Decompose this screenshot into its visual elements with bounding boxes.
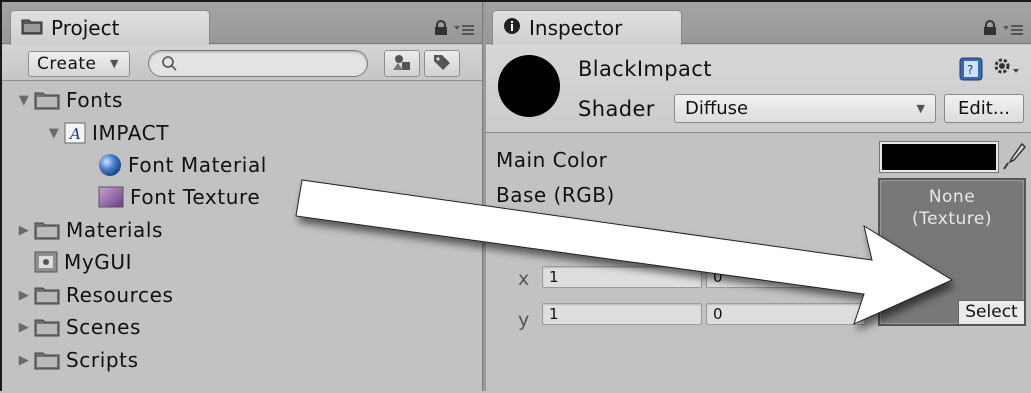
tab-inspector[interactable]: Inspector xyxy=(492,10,682,45)
tree-item-label: Materials xyxy=(66,218,164,242)
folder-icon xyxy=(21,11,43,45)
folder-icon xyxy=(34,317,60,337)
tab-project-label: Project xyxy=(51,16,120,40)
panel-menu-icon[interactable] xyxy=(454,21,474,40)
texture-select-button[interactable]: Select xyxy=(958,300,1024,324)
tiling-y-field[interactable]: 1 xyxy=(542,303,702,325)
material-sphere-icon xyxy=(98,153,122,177)
tree-item-label: Font Texture xyxy=(130,185,261,209)
texture-kind-label: (Texture) xyxy=(912,209,992,229)
font-asset-icon: A xyxy=(64,122,86,144)
tree-item-label: Scenes xyxy=(66,315,141,339)
folder-icon xyxy=(34,90,60,110)
project-toolbar: Create ▼ xyxy=(2,45,482,81)
tree-item-label: Fonts xyxy=(66,88,123,112)
project-tab-menu xyxy=(434,20,474,40)
collapsed-triangle-icon[interactable]: ▶ xyxy=(16,352,32,368)
offset-y-field[interactable]: 0 xyxy=(706,303,866,325)
panel-menu-icon[interactable] xyxy=(1003,21,1023,40)
collapsed-triangle-icon[interactable]: ▶ xyxy=(16,222,32,238)
info-icon xyxy=(503,11,521,45)
tree-item-impact[interactable]: ▼ A IMPACT xyxy=(46,117,169,149)
lock-icon[interactable] xyxy=(983,20,997,40)
material-preview-sphere xyxy=(498,55,560,117)
material-name: BlackImpact xyxy=(578,57,712,81)
svg-text:?: ? xyxy=(967,63,973,77)
chevron-down-icon: ▼ xyxy=(110,57,119,70)
expand-triangle-icon[interactable]: ▼ xyxy=(16,92,32,108)
filter-type-icon xyxy=(391,53,413,75)
inspector-panel: Inspector BlackImpact ? Shader Diffuse ▼… xyxy=(486,2,1031,391)
main-color-swatch[interactable] xyxy=(880,142,998,172)
tree-item-label: Font Material xyxy=(128,153,267,177)
filter-by-type-button[interactable] xyxy=(384,50,420,77)
label-tag-icon xyxy=(432,53,452,75)
script-asset-icon xyxy=(34,251,58,273)
tiling-x-field[interactable]: 1 xyxy=(542,266,702,288)
shader-dropdown-value: Diffuse xyxy=(685,98,749,119)
texture-icon xyxy=(98,186,124,208)
search-input[interactable] xyxy=(148,50,368,77)
material-header: BlackImpact ? Shader Diffuse ▼ Edit... xyxy=(486,45,1031,133)
tree-item-mygui[interactable]: MyGUI xyxy=(34,246,132,278)
tree-item-font-material[interactable]: Font Material xyxy=(98,149,267,181)
texture-slot[interactable]: None (Texture) Select xyxy=(878,178,1026,326)
base-rgb-label: Base (RGB) xyxy=(496,183,615,207)
folder-icon xyxy=(34,350,60,370)
tiling-x-label: x xyxy=(518,268,530,290)
expand-triangle-icon[interactable]: ▼ xyxy=(46,125,62,141)
texture-none-label: None xyxy=(928,187,976,207)
project-tabbar: Project xyxy=(2,2,482,45)
chevron-down-icon: ▼ xyxy=(916,102,925,115)
folder-icon xyxy=(34,285,60,305)
svg-text:A: A xyxy=(68,125,81,143)
offset-x-field[interactable]: 0 xyxy=(706,266,866,288)
tree-item-label: Scripts xyxy=(66,348,139,372)
help-book-icon[interactable]: ? xyxy=(959,57,983,85)
tree-item-label: IMPACT xyxy=(92,121,170,145)
filter-by-label-button[interactable] xyxy=(424,50,460,77)
create-button[interactable]: Create ▼ xyxy=(28,51,130,77)
tree-item-scenes[interactable]: ▶ Scenes xyxy=(16,311,141,343)
tab-project[interactable]: Project xyxy=(10,10,210,45)
inspector-tabbar: Inspector xyxy=(486,2,1031,45)
edit-shader-button[interactable]: Edit... xyxy=(944,94,1024,123)
create-button-label: Create xyxy=(37,54,97,74)
gear-icon[interactable] xyxy=(991,55,1021,83)
search-icon xyxy=(161,55,179,77)
tab-inspector-label: Inspector xyxy=(529,16,623,40)
lock-icon[interactable] xyxy=(434,20,448,40)
project-panel: Project Create ▼ ▼ Fonts ▼ A IMPACT Font… xyxy=(2,2,482,391)
tree-item-scripts[interactable]: ▶ Scripts xyxy=(16,344,139,376)
eyedropper-icon[interactable] xyxy=(1002,141,1027,175)
tree-item-label: MyGUI xyxy=(64,250,133,274)
main-color-label: Main Color xyxy=(496,148,608,172)
tree-item-font-texture[interactable]: Font Texture xyxy=(98,181,260,213)
collapsed-triangle-icon[interactable]: ▶ xyxy=(16,319,32,335)
tree-item-materials[interactable]: ▶ Materials xyxy=(16,214,163,246)
inspector-tab-menu xyxy=(983,20,1023,40)
tree-item-fonts[interactable]: ▼ Fonts xyxy=(16,84,123,116)
editor-window: Project Create ▼ ▼ Fonts ▼ A IMPACT Font… xyxy=(0,0,1031,391)
tree-item-label: Resources xyxy=(66,283,174,307)
texture-slot-text: None (Texture) xyxy=(880,186,1024,230)
tiling-y-label: y xyxy=(518,309,530,331)
tree-item-resources[interactable]: ▶ Resources xyxy=(16,279,174,311)
shader-label: Shader xyxy=(578,97,655,121)
folder-icon xyxy=(34,220,60,240)
collapsed-triangle-icon[interactable]: ▶ xyxy=(16,287,32,303)
shader-dropdown[interactable]: Diffuse ▼ xyxy=(674,94,936,123)
